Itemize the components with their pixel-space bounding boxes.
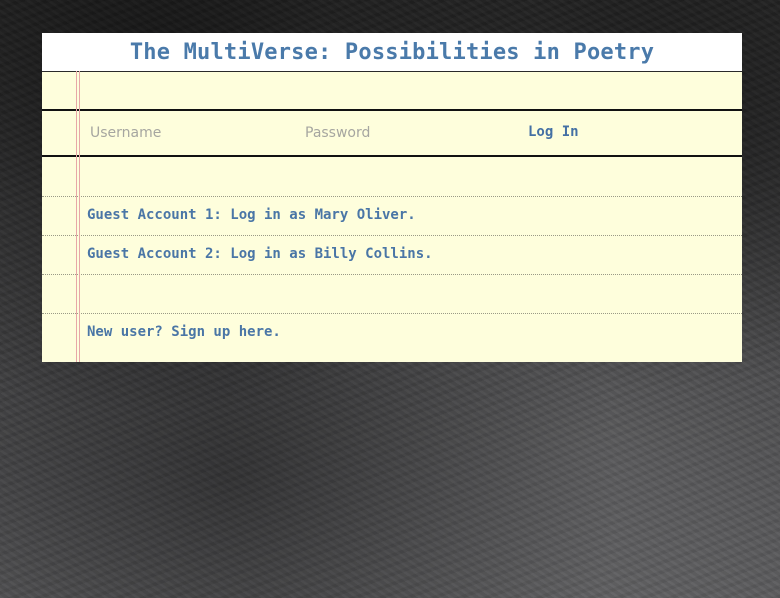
- username-field[interactable]: Username: [90, 125, 161, 141]
- title-bar: The MultiVerse: Possibilities in Poetry: [42, 33, 742, 72]
- guest-account-2-link[interactable]: Guest Account 2: Log in as Billy Collins…: [87, 246, 433, 262]
- margin-line: [79, 71, 80, 362]
- login-row: Username Password Log In: [42, 111, 742, 157]
- guest-account-row: Guest Account 2: Log in as Billy Collins…: [42, 236, 742, 275]
- margin-line: [76, 71, 77, 362]
- signup-link[interactable]: New user? Sign up here.: [87, 324, 281, 340]
- login-button[interactable]: Log In: [528, 124, 579, 140]
- blank-ruled-line: [42, 72, 742, 111]
- blank-ruled-line: [42, 157, 742, 197]
- notebook-panel: The MultiVerse: Possibilities in Poetry …: [42, 33, 742, 362]
- guest-account-row: Guest Account 1: Log in as Mary Oliver.: [42, 197, 742, 236]
- password-field[interactable]: Password: [305, 125, 370, 141]
- page-title: The MultiVerse: Possibilities in Poetry: [129, 40, 655, 65]
- blank-ruled-line: [42, 275, 742, 314]
- signup-row: New user? Sign up here.: [42, 314, 742, 362]
- guest-account-1-link[interactable]: Guest Account 1: Log in as Mary Oliver.: [87, 207, 416, 223]
